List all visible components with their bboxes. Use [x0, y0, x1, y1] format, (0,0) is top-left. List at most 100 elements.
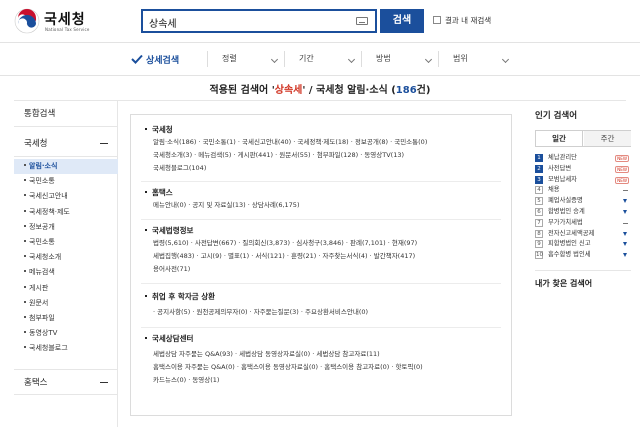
- bullet-icon: [145, 337, 147, 339]
- summary-middle: ' / 국세청 알림·소식 (: [302, 85, 396, 96]
- section-title: 국세청: [145, 124, 427, 136]
- popular-tabs: 일간 주간: [535, 130, 631, 147]
- rank-badge: 6: [535, 207, 543, 216]
- recent-searches-title: 내가 찾은 검색어: [535, 278, 593, 288]
- popular-item[interactable]: 9 피합병법인 신고: [535, 239, 631, 250]
- nav-item-news[interactable]: 알림·소식: [14, 159, 118, 175]
- search-button[interactable]: 검색: [380, 9, 424, 33]
- new-badge: NEW: [615, 155, 629, 162]
- popular-item[interactable]: 1 체납관리단 NEW: [535, 153, 631, 164]
- category-links[interactable]: 세법상담 자주묻는 Q&A(93) · 세법상담 동영상자료실(0) · 세법상…: [145, 348, 423, 361]
- popular-keywords: 인기 검색어 일간 주간 1 체납관리단 NEW 2 사전답변 NEW 3 모범납세자 NE…: [535, 101, 631, 289]
- filter-period[interactable]: 기간: [284, 51, 364, 67]
- virtual-keyboard-icon[interactable]: [356, 17, 368, 25]
- popular-item-label: 폐업사실증명: [548, 197, 583, 205]
- category-links[interactable]: 메뉴안내(0) · 공지 및 자료실(13) · 상담사례(6,175): [145, 199, 299, 212]
- bullet-icon: [24, 285, 26, 288]
- section-student-loan: 취업 후 학자금 상환 · 공지사항(5) · 원천공제의무자(0) · 자주묻…: [145, 291, 368, 319]
- nav-item-attachments[interactable]: 첨부파일: [14, 311, 118, 326]
- nav-item-communication-2[interactable]: 국민소통: [14, 235, 118, 250]
- filter-scope[interactable]: 범위: [438, 51, 518, 67]
- nts-logo[interactable]: 국세청 National Tax Service: [14, 8, 122, 36]
- popular-item[interactable]: 8 전자신고세액공제: [535, 229, 631, 240]
- rank-down-icon: [623, 253, 627, 258]
- nav-all-search[interactable]: 통합검색: [14, 101, 118, 127]
- tab-daily[interactable]: 일간: [536, 131, 583, 146]
- popular-item[interactable]: 7 부가가치세법: [535, 218, 631, 229]
- nav-item-tax-policy[interactable]: 국세정책·제도: [14, 205, 118, 220]
- nav-group-hometax[interactable]: 홈택스: [14, 369, 118, 395]
- rank-badge: 7: [535, 218, 543, 227]
- popular-item-label: 흡수합병 법인세: [548, 251, 591, 259]
- summary-keyword: 상속세: [274, 85, 303, 96]
- category-links[interactable]: 카드뉴스(0) · 동영상(1): [145, 374, 423, 387]
- category-links[interactable]: 국세청소개(3) · 메뉴검색(5) · 게시판(441) · 원문서(55) …: [145, 149, 427, 162]
- search-input[interactable]: [149, 13, 349, 31]
- summary-count: 186: [395, 85, 417, 96]
- nav-item-label: 메뉴검색: [29, 268, 55, 277]
- detail-search-toggle[interactable]: 상세검색: [130, 53, 179, 66]
- category-links[interactable]: 알림·소식(186) · 국민소통(1) · 국세신고안내(40) · 국세정책…: [145, 136, 427, 149]
- nav-item-tax-filing[interactable]: 국세신고안내: [14, 189, 118, 204]
- nav-item-about[interactable]: 국세청소개: [14, 250, 118, 265]
- filter-method[interactable]: 방법: [361, 51, 441, 67]
- section-divider: [141, 219, 501, 220]
- filter-method-label: 방법: [376, 54, 391, 63]
- rank-badge: 1: [535, 154, 543, 162]
- chevron-down-icon: [347, 55, 356, 64]
- popular-item[interactable]: 4 채용: [535, 185, 631, 196]
- bullet-icon: [24, 224, 26, 227]
- category-links[interactable]: 국세청블로그(104): [145, 162, 427, 175]
- category-links[interactable]: · 공지사항(5) · 원천공제의무자(0) · 자주묻는질문(3) · 주요상…: [145, 306, 368, 319]
- nav-item-documents[interactable]: 원문서: [14, 296, 118, 311]
- re-search-checkbox[interactable]: [433, 16, 441, 24]
- nav-item-video[interactable]: 동영상TV: [14, 326, 118, 341]
- popular-item-label: 합병법인 승계: [548, 207, 585, 215]
- chevron-down-icon: [270, 55, 279, 64]
- category-links[interactable]: 세법집행(483) · 고시(9) · 별표(1) · 서식(121) · 훈령…: [145, 250, 417, 263]
- nav-item-blog[interactable]: 국세청블로그: [14, 341, 118, 356]
- popular-item-label: 전자신고세액공제: [548, 229, 595, 237]
- popular-item-label: 채용: [548, 186, 560, 194]
- popular-item-label: 모범납세자: [548, 175, 577, 183]
- new-badge: NEW: [615, 165, 629, 173]
- nav-item-label: 국세신고안내: [29, 192, 68, 201]
- category-links[interactable]: 법령(5,610) · 사전답변(667) · 질의회신(3,873) · 심사…: [145, 237, 417, 250]
- nav-all-search-label: 통합검색: [24, 109, 56, 119]
- category-links[interactable]: 용어사전(71): [145, 263, 417, 276]
- bullet-icon: [24, 194, 26, 197]
- nav-item-disclosure[interactable]: 정보공개: [14, 220, 118, 235]
- rank-down-icon: [623, 231, 627, 236]
- nav-item-menu-search[interactable]: 메뉴검색: [14, 265, 118, 280]
- popular-item-label: 체납관리단: [548, 154, 577, 161]
- rank-down-icon: [623, 209, 627, 214]
- nav-group-hometax-label: 홈택스: [24, 378, 48, 388]
- divider: [535, 269, 631, 271]
- filter-sort[interactable]: 정렬: [207, 51, 287, 67]
- section-law-info: 국세법령정보 법령(5,610) · 사전답변(667) · 질의회신(3,87…: [145, 225, 417, 275]
- section-title-text: 홈택스: [152, 188, 173, 197]
- popular-item[interactable]: 2 사전답변 NEW: [535, 164, 631, 175]
- popular-item[interactable]: 3 모범납세자 NEW: [535, 175, 631, 186]
- nav-item-board[interactable]: 게시판: [14, 281, 118, 296]
- nav-item-label: 알림·소식: [29, 162, 58, 170]
- nav-item-communication[interactable]: 국민소통: [14, 174, 118, 189]
- tab-weekly[interactable]: 주간: [584, 131, 631, 146]
- nav-item-label: 국세정책·제도: [29, 207, 70, 216]
- rank-down-icon: [623, 242, 627, 247]
- nav-item-label: 국세청소개: [29, 253, 62, 262]
- popular-item[interactable]: 10 흡수합병 법인세: [535, 250, 631, 261]
- section-title: 취업 후 학자금 상환: [145, 291, 368, 303]
- nav-item-label: 첨부파일: [29, 313, 55, 322]
- section-title: 홈택스: [145, 187, 299, 199]
- bullet-icon: [24, 300, 26, 303]
- nav-group-nts[interactable]: 국세청: [14, 131, 118, 157]
- popular-item[interactable]: 5 폐업사실증명: [535, 196, 631, 207]
- new-badge: NEW: [615, 176, 629, 184]
- popular-item[interactable]: 6 합병법인 승계: [535, 207, 631, 218]
- rank-badge: 3: [535, 175, 543, 184]
- bullet-icon: [24, 239, 26, 242]
- bullet-icon: [24, 270, 26, 273]
- category-links[interactable]: 홈택스이용 자주묻는 Q&A(0) · 홈택스이용 동영상자료실(0) · 홈택…: [145, 361, 423, 374]
- re-search-toggle[interactable]: 결과 내 재검색: [433, 15, 491, 26]
